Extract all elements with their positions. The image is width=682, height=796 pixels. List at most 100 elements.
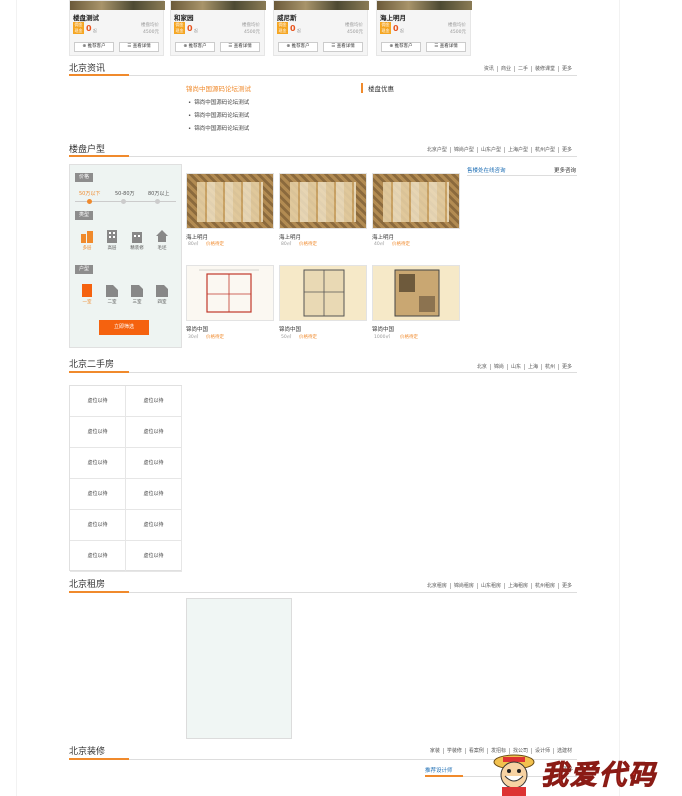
listing-photo[interactable] [377, 1, 472, 10]
layouts-link[interactable]: 山东户型 [476, 147, 504, 153]
detail-button[interactable]: ☰ 查看详情 [119, 42, 159, 52]
recommend-button[interactable]: ⊕ 推荐客户 [381, 42, 421, 52]
layouts-link[interactable]: 锦尚户型 [449, 147, 477, 153]
secondhand-link[interactable]: 山东 [506, 364, 524, 370]
type-option[interactable]: 精装修 [126, 245, 148, 251]
grid-cell[interactable]: 虚位以待 [126, 479, 182, 510]
plan-name[interactable]: 锦尚中国 [186, 325, 208, 333]
grid-cell[interactable]: 虚位以待 [70, 448, 126, 479]
rent-link[interactable]: 杭州租房 [530, 583, 558, 589]
floor-plan-image[interactable] [372, 173, 460, 229]
type-option[interactable]: 毛坯 [151, 245, 173, 251]
listing-photo[interactable] [70, 1, 165, 10]
room-option[interactable]: 三室 [126, 299, 148, 305]
designer-tab[interactable]: 推荐设计师 [425, 766, 453, 774]
rent-link[interactable]: 更多 [557, 583, 575, 589]
listing-name[interactable]: 威尼斯 [277, 12, 297, 22]
grid-cell[interactable]: 虚位以待 [126, 386, 182, 417]
type-option[interactable]: 多层 [76, 245, 98, 251]
news-item[interactable]: 锦尚中国源码论坛测试 [188, 111, 249, 119]
rent-link[interactable]: 锦尚租房 [449, 583, 477, 589]
news-link[interactable]: 商业 [496, 66, 514, 72]
type-option[interactable]: 高层 [101, 245, 123, 251]
news-headline[interactable]: 锦尚中国源码论坛测试 [186, 83, 251, 93]
grid-cell[interactable]: 虚位以待 [126, 541, 182, 572]
one-room-icon[interactable] [80, 283, 94, 297]
slider-stop[interactable] [121, 199, 126, 204]
listing-card[interactable]: 威尼斯 佣金 现金 0 起 楼盘均价 4500元 ⊕ 推荐客户 ☰ 查看详情 [273, 0, 369, 56]
floor-plan-image[interactable] [186, 173, 274, 229]
grid-cell[interactable]: 虚位以待 [126, 510, 182, 541]
grid-cell[interactable]: 虚位以待 [126, 448, 182, 479]
recommend-button[interactable]: ⊕ 推荐客户 [74, 42, 114, 52]
news-link[interactable]: 更多 [557, 66, 575, 72]
floor-plan-image[interactable] [279, 265, 367, 321]
news-item[interactable]: 锦尚中国源码论坛测试 [188, 124, 249, 132]
grid-cell[interactable]: 虚位以待 [70, 541, 126, 572]
floor-plan-image[interactable] [186, 265, 274, 321]
rent-link[interactable]: 上海租房 [503, 583, 531, 589]
news-link[interactable]: 二手 [513, 66, 531, 72]
recommend-button[interactable]: ⊕ 推荐客户 [175, 42, 215, 52]
detail-button[interactable]: ☰ 查看详情 [323, 42, 363, 52]
slider-stop[interactable] [155, 199, 160, 204]
price-option[interactable]: 80万以上 [148, 190, 169, 197]
layouts-link[interactable]: 更多 [557, 147, 575, 153]
decor-link[interactable]: 学装修 [442, 748, 465, 754]
secondhand-link[interactable]: 上海 [523, 364, 541, 370]
plan-name[interactable]: 锦尚中国 [372, 325, 394, 333]
grid-cell[interactable]: 虚位以待 [126, 417, 182, 448]
plan-name[interactable]: 海上明月 [279, 233, 301, 241]
listing-name[interactable]: 海上明月 [380, 12, 406, 22]
news-link[interactable]: 装修课堂 [530, 66, 558, 72]
decorated-icon[interactable] [130, 229, 144, 243]
recommend-button[interactable]: ⊕ 推荐客户 [278, 42, 318, 52]
detail-button[interactable]: ☰ 查看详情 [220, 42, 260, 52]
slider-handle[interactable] [87, 199, 92, 204]
low-rise-icon[interactable] [80, 229, 94, 243]
secondhand-link[interactable]: 北京 [474, 364, 490, 370]
grid-cell[interactable]: 虚位以待 [70, 417, 126, 448]
price-option[interactable]: 50-80万 [115, 190, 135, 197]
filter-submit-button[interactable]: 立即筛选 [99, 320, 149, 335]
rent-link[interactable]: 山东租房 [476, 583, 504, 589]
plan-name[interactable]: 海上明月 [186, 233, 208, 241]
layouts-link[interactable]: 北京户型 [424, 147, 450, 153]
more-consult-link[interactable]: 更多咨询 [554, 166, 576, 174]
room-option[interactable]: 二室 [101, 299, 123, 305]
floor-plan-image[interactable] [279, 173, 367, 229]
rent-link[interactable]: 北京租房 [424, 583, 450, 589]
news-item[interactable]: 锦尚中国源码论坛测试 [188, 98, 249, 106]
layouts-link[interactable]: 杭州户型 [530, 147, 558, 153]
decor-link[interactable]: 看案例 [464, 748, 487, 754]
decor-link[interactable]: 家装 [427, 748, 443, 754]
listing-name[interactable]: 和家园 [174, 12, 194, 22]
consult-heading[interactable]: 售楼处在线咨询 [467, 166, 506, 174]
house-icon[interactable] [155, 229, 169, 243]
grid-cell[interactable]: 虚位以待 [70, 510, 126, 541]
layouts-link[interactable]: 上海户型 [503, 147, 531, 153]
listing-card[interactable]: 楼盘测试 佣金 现金 0 起 楼盘均价 4500元 ⊕ 推荐客户 ☰ 查看详情 [69, 0, 165, 56]
secondhand-link[interactable]: 更多 [557, 364, 575, 370]
price-option[interactable]: 50万以下 [79, 190, 100, 197]
secondhand-link[interactable]: 锦尚 [489, 364, 507, 370]
plan-name[interactable]: 海上明月 [372, 233, 394, 241]
listing-card[interactable]: 海上明月 佣金 现金 0 起 楼盘均价 4500元 ⊕ 推荐客户 ☰ 查看详情 [376, 0, 472, 56]
secondhand-link[interactable]: 杭州 [540, 364, 558, 370]
floor-plan-image[interactable] [372, 265, 460, 321]
plan-name[interactable]: 锦尚中国 [279, 325, 301, 333]
room-option[interactable]: 一室 [76, 299, 98, 305]
high-rise-icon[interactable] [105, 229, 119, 243]
two-room-icon[interactable] [105, 283, 119, 297]
grid-cell[interactable]: 虚位以待 [70, 386, 126, 417]
four-room-icon[interactable] [155, 283, 169, 297]
news-link[interactable]: 资讯 [481, 66, 497, 72]
room-option[interactable]: 四室 [151, 299, 173, 305]
listing-photo[interactable] [274, 1, 369, 10]
listing-name[interactable]: 楼盘测试 [73, 12, 99, 22]
grid-cell[interactable]: 虚位以待 [70, 479, 126, 510]
listing-card[interactable]: 和家园 佣金 现金 0 起 楼盘均价 4500元 ⊕ 推荐客户 ☰ 查看详情 [170, 0, 266, 56]
listing-photo[interactable] [171, 1, 266, 10]
detail-button[interactable]: ☰ 查看详情 [426, 42, 466, 52]
three-room-icon[interactable] [130, 283, 144, 297]
